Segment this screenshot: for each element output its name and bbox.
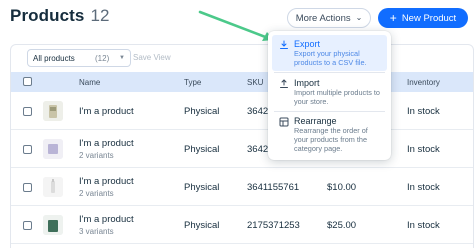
product-inventory: In stock: [407, 182, 440, 193]
table-row[interactable]: I'm a product 2 variants Physical 364115…: [11, 169, 473, 206]
products-table-card: All products (12) ▼ Save View Name Type …: [10, 44, 474, 248]
product-inventory: In stock: [407, 220, 440, 231]
page-title-text: Products: [10, 6, 85, 25]
plus-icon: +: [389, 11, 397, 25]
save-view-button[interactable]: Save View: [133, 53, 171, 62]
filter-select-count: (12): [95, 53, 110, 63]
chevron-down-icon: ▼: [119, 55, 125, 61]
more-actions-button[interactable]: More Actions ⌄: [287, 8, 371, 28]
menu-item-description: Rearrange the order of your products fro…: [294, 126, 368, 153]
product-thumbnail: [43, 177, 63, 197]
table-row[interactable]: I'm a product Physical 3642 In stock: [11, 93, 473, 130]
column-header-name[interactable]: Name: [79, 78, 100, 87]
table-row[interactable]: I'm a product 3 variants Physical 217537…: [11, 207, 473, 244]
product-price: $25.00: [327, 220, 357, 231]
product-name[interactable]: I'm a product: [79, 138, 134, 149]
product-type: Physical: [184, 182, 220, 193]
product-thumbnail: [43, 139, 63, 159]
product-price: $10.00: [327, 182, 357, 193]
new-product-button[interactable]: + New Product: [378, 8, 468, 28]
menu-item-title: Export: [294, 39, 321, 49]
row-checkbox[interactable]: [23, 107, 32, 116]
annotation-arrow-icon: [198, 10, 274, 41]
product-variants: 2 variants: [79, 189, 114, 198]
column-header-inventory[interactable]: Inventory: [407, 78, 440, 87]
rearrange-icon: [279, 117, 289, 127]
product-inventory: In stock: [407, 106, 440, 117]
menu-item-export[interactable]: Export Export your physical products to …: [272, 35, 387, 71]
new-product-label: New Product: [401, 12, 457, 24]
column-header-sku[interactable]: SKU: [247, 78, 263, 87]
product-sku: 2175371253: [247, 220, 300, 231]
chevron-down-icon: ⌄: [355, 12, 363, 22]
product-sku: 3642: [247, 144, 269, 155]
menu-item-rearrange[interactable]: Rearrange Rearrange the order of your pr…: [272, 112, 387, 157]
products-page: Products 12 More Actions ⌄ + New Product …: [0, 0, 474, 248]
upload-icon: [280, 79, 288, 88]
filter-bar: All products (12) ▼ Save View: [11, 45, 473, 71]
more-actions-menu: Export Export your physical products to …: [268, 31, 391, 160]
table-row[interactable]: I'm a product 2 variants Physical 3642 I…: [11, 131, 473, 168]
download-icon: [280, 40, 288, 49]
product-filter-select[interactable]: All products (12) ▼: [27, 49, 131, 67]
menu-item-title: Import: [294, 78, 320, 88]
column-header-type[interactable]: Type: [184, 78, 201, 87]
product-variants: 2 variants: [79, 151, 114, 160]
product-name[interactable]: I'm a product: [79, 106, 134, 117]
product-sku: 3641155761: [247, 182, 300, 193]
product-type: Physical: [184, 106, 220, 117]
page-title: Products 12: [10, 6, 110, 26]
product-name[interactable]: I'm a product: [79, 214, 134, 225]
row-checkbox[interactable]: [23, 221, 32, 230]
product-thumbnail: [43, 215, 63, 235]
select-all-checkbox[interactable]: [23, 77, 32, 86]
product-thumbnail: [43, 101, 63, 121]
filter-select-value: All products: [33, 53, 75, 63]
more-actions-label: More Actions: [295, 12, 351, 24]
product-type: Physical: [184, 220, 220, 231]
menu-item-description: Export your physical products to a CSV f…: [294, 49, 367, 67]
product-count: 12: [90, 6, 110, 25]
product-inventory: In stock: [407, 144, 440, 155]
table-header-row: Name Type SKU Inventory: [11, 72, 473, 92]
menu-item-import[interactable]: Import Import multiple products to your …: [272, 74, 387, 110]
product-name[interactable]: I'm a product: [79, 176, 134, 187]
menu-item-description: Import multiple products to your store.: [294, 88, 380, 106]
row-checkbox[interactable]: [23, 145, 32, 154]
menu-divider: [274, 72, 385, 73]
product-type: Physical: [184, 144, 220, 155]
menu-item-title: Rearrange: [294, 116, 337, 126]
product-sku: 3642: [247, 106, 269, 117]
row-checkbox[interactable]: [23, 183, 32, 192]
product-variants: 3 variants: [79, 227, 114, 236]
